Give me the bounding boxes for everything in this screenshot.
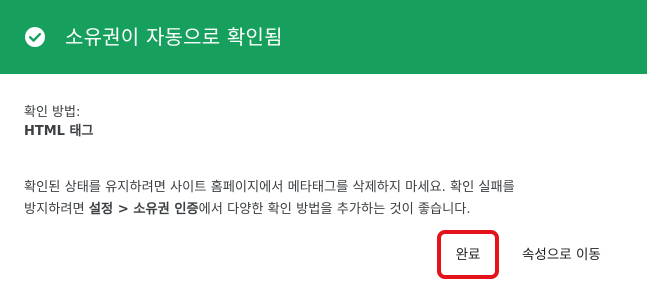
dialog-message: 확인된 상태를 유지하려면 사이트 홈페이지에서 메타태그를 삭제하지 마세요.…	[24, 177, 634, 221]
check-circle-icon	[25, 27, 45, 47]
dialog-title: 소유권이 자동으로 확인됨	[65, 25, 283, 49]
message-line-2: 방지하려면 설정 > 소유권 인증에서 다양한 확인 방법을 추가하는 것이 좋…	[24, 199, 634, 221]
message-line-1: 확인된 상태를 유지하려면 사이트 홈페이지에서 메타태그를 삭제하지 마세요.…	[24, 180, 515, 195]
ownership-verification-link-text: 소유권 인증	[133, 202, 199, 217]
done-button[interactable]: 완료	[446, 240, 490, 270]
verification-dialog: 소유권이 자동으로 확인됨 확인 방법: HTML 태그 확인된 상태를 유지하…	[0, 0, 647, 290]
go-to-property-button[interactable]: 속성으로 이동	[522, 240, 618, 270]
settings-link-text: 설정	[88, 202, 114, 217]
verification-method-value: HTML 태그	[24, 124, 94, 139]
message-prefix: 방지하려면	[24, 202, 89, 217]
breadcrumb-separator: >	[113, 202, 134, 217]
message-suffix: 에서 다양한 확인 방법을 추가하는 것이 좋습니다.	[198, 202, 471, 217]
dialog-actions: 완료 속성으로 이동	[0, 228, 647, 284]
verification-method-label: 확인 방법:	[24, 105, 81, 120]
dialog-header: 소유권이 자동으로 확인됨	[0, 0, 647, 74]
